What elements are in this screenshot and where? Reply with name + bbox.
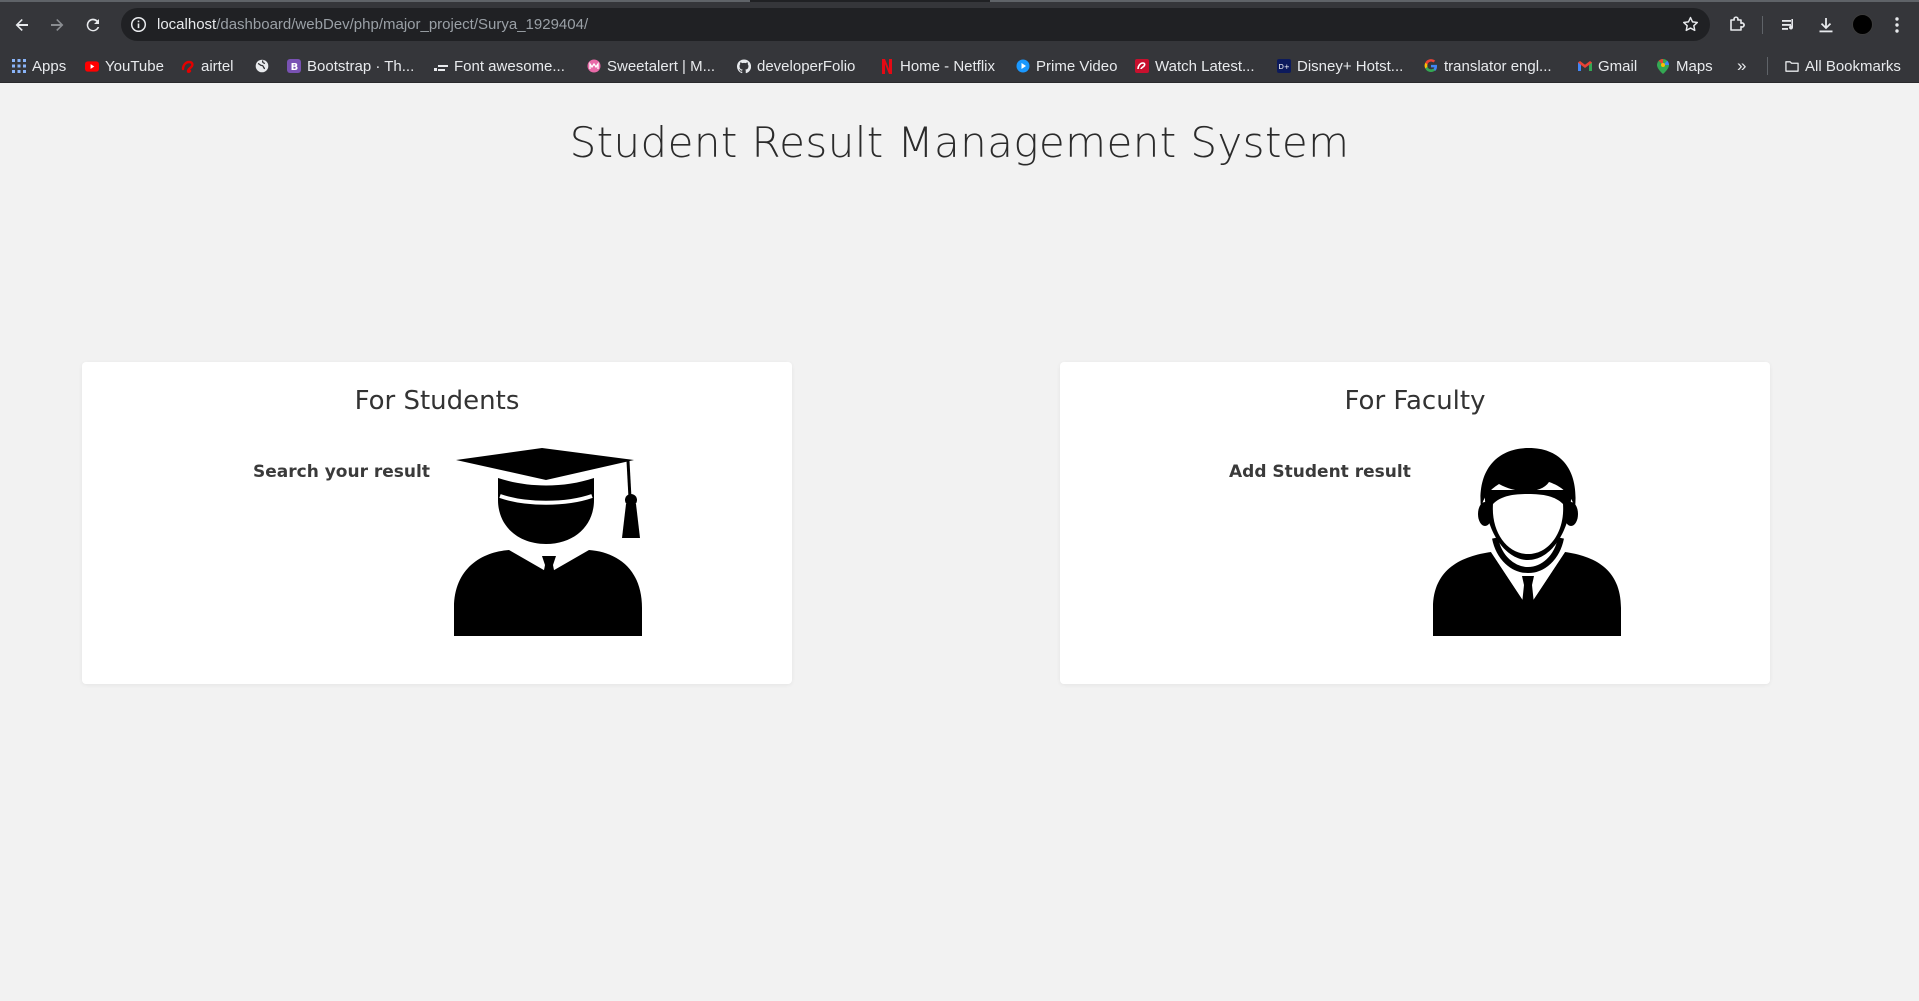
svg-text:D+: D+ (1279, 63, 1290, 71)
search-result-link[interactable]: Search your result (253, 462, 430, 482)
bookmark-font-awesome[interactable]: Font awesome... (434, 49, 565, 83)
bookmark-label: Disney+ Hotst... (1297, 57, 1404, 75)
bookmark-youtube[interactable]: YouTube (85, 49, 164, 83)
github-icon (737, 58, 751, 73)
bookmark-netflix[interactable]: Home - Netflix (880, 49, 995, 83)
bookmark-globe[interactable] (255, 49, 269, 83)
add-result-link[interactable]: Add Student result (1229, 462, 1411, 482)
graduate-icon[interactable] (454, 448, 644, 642)
tab-strip-edge (0, 0, 1919, 2)
faculty-person-icon[interactable] (1433, 448, 1623, 642)
maps-icon (1656, 58, 1670, 74)
bookmark-label: Font awesome... (454, 57, 565, 75)
bookmark-translator[interactable]: translator engl... (1424, 49, 1552, 83)
bookmark-watch-latest[interactable]: Watch Latest... (1135, 49, 1255, 83)
netflix-icon (880, 58, 894, 74)
bookmark-label: Sweetalert | M... (607, 57, 716, 75)
url-text: localhost/dashboard/webDev/php/major_pro… (157, 16, 588, 33)
bookmark-label: Bootstrap · Th... (307, 57, 415, 75)
browser-toolbar: localhost/dashboard/webDev/php/major_pro… (0, 0, 1919, 49)
bookmark-label: All Bookmarks (1805, 57, 1901, 75)
extensions-icon[interactable] (1724, 12, 1750, 38)
gmail-icon (1578, 59, 1592, 73)
students-card-heading: For Students (354, 386, 520, 416)
bookmark-maps[interactable]: Maps (1656, 49, 1713, 83)
bookmark-label: airtel (201, 57, 234, 75)
students-card: For Students Search your result (82, 362, 792, 684)
media-controls-icon[interactable] (1776, 12, 1802, 38)
back-arrow-icon[interactable] (9, 12, 35, 38)
reload-icon[interactable] (80, 12, 106, 38)
bookmarks-bar: Apps YouTube airtel B Bootstrap · Th... … (0, 49, 1919, 83)
bookmark-label: Home - Netflix (900, 57, 996, 75)
folder-icon (1785, 59, 1799, 73)
bookmark-gmail[interactable]: Gmail (1578, 49, 1637, 83)
bookmark-star-icon[interactable] (1681, 15, 1700, 38)
prime-video-icon (1016, 59, 1030, 73)
bookmark-label: developerFolio (757, 57, 856, 75)
svg-text:B: B (291, 62, 299, 73)
bookmark-bootstrap[interactable]: B Bootstrap · Th... (287, 49, 414, 83)
airtel-xstream-icon (1135, 59, 1149, 73)
url-host: localhost (157, 16, 217, 33)
bookmark-hotstar[interactable]: D+ Disney+ Hotst... (1277, 49, 1403, 83)
chevron-double-right-icon: » (1737, 56, 1747, 75)
bookmark-apps[interactable]: Apps (12, 49, 66, 83)
bookmark-airtel[interactable]: airtel (181, 49, 234, 83)
font-awesome-icon (434, 59, 448, 73)
airtel-icon (181, 59, 195, 73)
bookmark-label: Watch Latest... (1155, 57, 1255, 75)
bookmark-label: Apps (32, 57, 67, 75)
youtube-icon (85, 59, 99, 73)
bookmark-label: Gmail (1598, 57, 1638, 75)
bookmark-label: Maps (1676, 57, 1713, 75)
url-path: /dashboard/webDev/php/major_project/Sury… (216, 16, 589, 33)
faculty-card: For Faculty Add Student result (1060, 362, 1770, 684)
google-icon (1424, 59, 1438, 73)
profile-avatar-icon[interactable] (1852, 14, 1873, 35)
hotstar-icon: D+ (1277, 59, 1291, 73)
bookmark-label: translator engl... (1444, 57, 1552, 75)
all-bookmarks-button[interactable]: All Bookmarks (1785, 49, 1901, 83)
download-icon[interactable] (1813, 12, 1839, 38)
address-bar[interactable]: localhost/dashboard/webDev/php/major_pro… (121, 8, 1710, 41)
forward-arrow-icon[interactable] (44, 12, 70, 38)
page-title: Student Result Management System (569, 118, 1350, 167)
bookmark-sweetalert[interactable]: Sweetalert | M... (587, 49, 715, 83)
bookmark-developerfolio[interactable]: developerFolio (737, 49, 855, 83)
bookmark-prime-video[interactable]: Prime Video (1016, 49, 1117, 83)
bootstrap-icon: B (287, 59, 301, 73)
apps-grid-icon (12, 59, 26, 73)
menu-kebab-icon[interactable] (1884, 12, 1910, 38)
globe-icon (255, 59, 269, 73)
faculty-card-heading: For Faculty (1344, 386, 1486, 416)
sweetalert-icon (587, 59, 601, 73)
bookmark-label: YouTube (105, 57, 164, 75)
site-info-icon[interactable] (130, 16, 147, 33)
bookmarks-overflow-button[interactable]: » (1737, 49, 1746, 83)
bookmark-label: Prime Video (1036, 57, 1118, 75)
